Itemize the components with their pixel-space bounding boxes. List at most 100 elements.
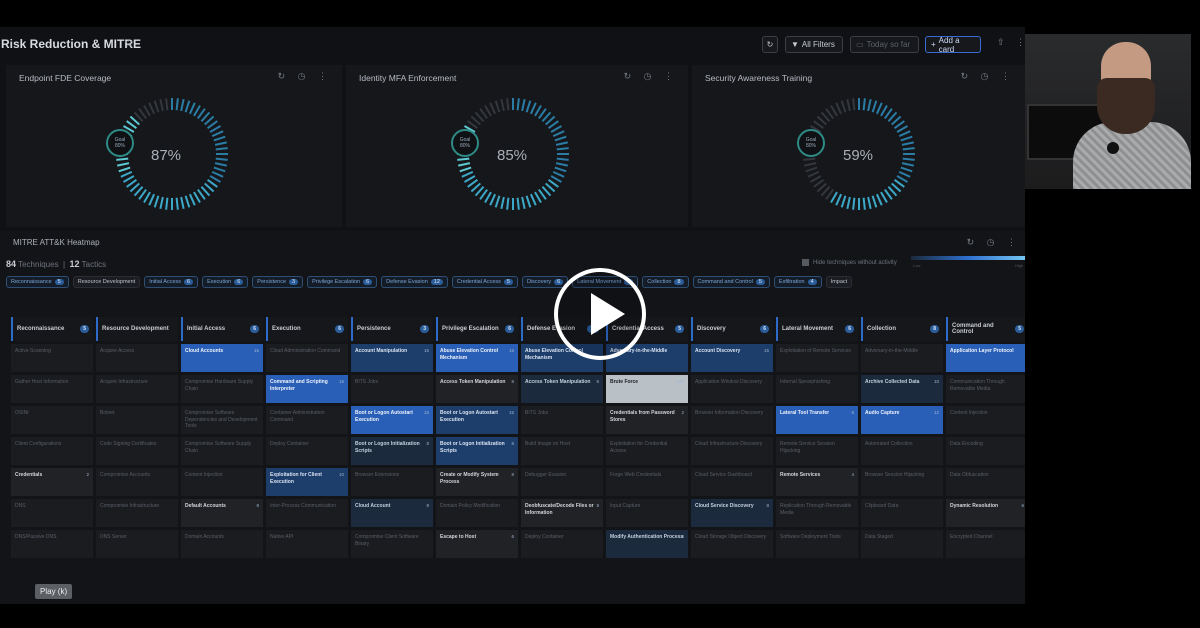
time-range-button[interactable]: ▭ Today so far xyxy=(850,36,919,53)
technique-cell[interactable]: Domain Accounts xyxy=(181,530,263,558)
technique-cell[interactable]: Archive Collected Data 10 xyxy=(861,375,943,403)
tactic-chip[interactable]: Discovery 6 xyxy=(521,276,569,288)
technique-cell[interactable]: Modify Authentication Process 8 xyxy=(606,530,688,558)
technique-cell[interactable]: Internal Spearphishing xyxy=(776,375,858,403)
tactic-chip[interactable]: Persistence 3 xyxy=(252,276,304,288)
technique-cell[interactable]: Data Obfuscation xyxy=(946,468,1025,496)
technique-cell[interactable]: Inter-Process Communication xyxy=(266,499,348,527)
heatmap-controls-icon[interactable]: ↻ ◷ ⋮ xyxy=(967,237,1021,248)
all-filters-button[interactable]: ▼ All Filters xyxy=(785,36,843,53)
technique-cell[interactable]: Active Scanning xyxy=(11,344,93,372)
tactic-chip[interactable]: Privilege Escalation 6 xyxy=(307,276,378,288)
technique-cell[interactable]: Compromise Hardware Supply Chain xyxy=(181,375,263,403)
technique-cell[interactable]: Exploitation for Client Execution 10 xyxy=(266,468,348,496)
technique-cell[interactable]: Cloud Infrastructure Discovery xyxy=(691,437,773,465)
technique-cell[interactable]: Exploitation of Remote Services xyxy=(776,344,858,372)
technique-cell[interactable]: Deploy Container xyxy=(266,437,348,465)
technique-cell[interactable]: Debugger Evasion xyxy=(521,468,603,496)
technique-cell[interactable]: Remote Service Session Hijacking xyxy=(776,437,858,465)
technique-cell[interactable]: Native API xyxy=(266,530,348,558)
technique-cell[interactable]: Command and Scripting Interpreter 15 xyxy=(266,375,348,403)
tactic-column-header[interactable]: Discovery 6 xyxy=(691,317,773,341)
share-icon[interactable]: ⇧ xyxy=(997,37,1005,48)
technique-cell[interactable]: Browser Information Discovery xyxy=(691,406,773,434)
technique-cell[interactable]: Abuse Elevation Control Mechanism 15 xyxy=(436,344,518,372)
panel-controls-icon[interactable]: ↻ ◷ ⋮ xyxy=(961,71,1015,82)
tactic-chip[interactable]: Resource Development xyxy=(72,276,141,288)
refresh-button[interactable]: ↻ xyxy=(762,36,778,53)
tactic-column-header[interactable]: Persistence 3 xyxy=(351,317,433,341)
tactic-chip[interactable]: Command and Control 5 xyxy=(692,276,770,288)
tactic-column-header[interactable]: Reconnaissance 5 xyxy=(11,317,93,341)
technique-cell[interactable]: Application Layer Protocol xyxy=(946,344,1025,372)
technique-cell[interactable]: Compromise Software Dependencies and Dev… xyxy=(181,406,263,434)
technique-cell[interactable]: Botnet xyxy=(96,406,178,434)
tactic-column-header[interactable]: Resource Development xyxy=(96,317,178,341)
technique-cell[interactable]: OSINt xyxy=(11,406,93,434)
technique-cell[interactable]: Browser Extensions xyxy=(351,468,433,496)
tactic-chip[interactable]: Collection 8 xyxy=(642,276,689,288)
technique-cell[interactable]: Audio Capture 12 xyxy=(861,406,943,434)
technique-cell[interactable]: Communication Through Removable Media xyxy=(946,375,1025,403)
panel-controls-icon[interactable]: ↻ ◷ ⋮ xyxy=(278,71,332,82)
technique-cell[interactable]: Encrypted Channel xyxy=(946,530,1025,558)
technique-cell[interactable]: Browser Session Hijacking xyxy=(861,468,943,496)
tactic-column-header[interactable]: Command and Control 5 xyxy=(946,317,1025,341)
technique-cell[interactable]: Acquire Access xyxy=(96,344,178,372)
technique-cell[interactable]: Adversary-in-the-Middle xyxy=(861,344,943,372)
technique-cell[interactable]: Compromise Infrastructure xyxy=(96,499,178,527)
technique-cell[interactable]: BITS Jobs xyxy=(521,406,603,434)
hide-inactive-checkbox[interactable]: Hide techniques without activity xyxy=(802,259,897,266)
technique-cell[interactable]: Brute Force 100 xyxy=(606,375,688,403)
tactic-chip[interactable]: Initial Access 6 xyxy=(144,276,199,288)
technique-cell[interactable]: Escape to Host 6 xyxy=(436,530,518,558)
technique-cell[interactable]: Application Window Discovery xyxy=(691,375,773,403)
technique-cell[interactable]: Access Token Manipulation 8 xyxy=(436,375,518,403)
technique-cell[interactable]: Exploitation for Credential Access xyxy=(606,437,688,465)
tactic-column-header[interactable]: Execution 6 xyxy=(266,317,348,341)
technique-cell[interactable]: Data Encoding xyxy=(946,437,1025,465)
technique-cell[interactable]: Credentials from Password Stores 2 xyxy=(606,406,688,434)
technique-cell[interactable]: Lateral Tool Transfer 8 xyxy=(776,406,858,434)
technique-cell[interactable]: Data Staged xyxy=(861,530,943,558)
technique-cell[interactable]: Deobfuscate/Decode Files or Information 8 xyxy=(521,499,603,527)
technique-cell[interactable]: Cloud Administration Command xyxy=(266,344,348,372)
play-button[interactable] xyxy=(554,268,646,360)
technique-cell[interactable]: Cloud Storage Object Discovery xyxy=(691,530,773,558)
panel-controls-icon[interactable]: ↻ ◷ ⋮ xyxy=(624,71,678,82)
technique-cell[interactable]: Compromise Software Supply Chain xyxy=(181,437,263,465)
technique-cell[interactable]: Cloud Accounts 15 xyxy=(181,344,263,372)
technique-cell[interactable]: Forge Web Credentials xyxy=(606,468,688,496)
tactic-chip[interactable]: Reconnaissance 5 xyxy=(6,276,69,288)
technique-cell[interactable]: Container Administration Command xyxy=(266,406,348,434)
video-player[interactable]: Risk Reduction & MITRE ☆ ↻ ▼ All Filters … xyxy=(0,0,1200,628)
technique-cell[interactable]: Code Signing Certificates xyxy=(96,437,178,465)
technique-cell[interactable]: Acquire Infrastructure xyxy=(96,375,178,403)
technique-cell[interactable]: Content Injection xyxy=(181,468,263,496)
technique-cell[interactable]: Automated Collection xyxy=(861,437,943,465)
tactic-chip[interactable]: Impact xyxy=(825,276,853,288)
technique-cell[interactable]: Replication Through Removable Media xyxy=(776,499,858,527)
technique-cell[interactable]: Boot or Logon Initialization Scripts 8 xyxy=(436,437,518,465)
technique-cell[interactable]: Access Token Manipulation 8 xyxy=(521,375,603,403)
tactic-column-header[interactable]: Lateral Movement 6 xyxy=(776,317,858,341)
technique-cell[interactable]: BITS Jobs xyxy=(351,375,433,403)
technique-cell[interactable]: Client Configurations xyxy=(11,437,93,465)
technique-cell[interactable]: Cloud Service Dashboard xyxy=(691,468,773,496)
technique-cell[interactable]: Domain Policy Modification xyxy=(436,499,518,527)
technique-cell[interactable]: Cloud Account 8 xyxy=(351,499,433,527)
technique-cell[interactable]: Default Accounts 8 xyxy=(181,499,263,527)
tactic-chip[interactable]: Execution 6 xyxy=(202,276,249,288)
technique-cell[interactable]: Software Deployment Tools xyxy=(776,530,858,558)
technique-cell[interactable]: Credentials 2 xyxy=(11,468,93,496)
technique-cell[interactable]: Build Image on Host xyxy=(521,437,603,465)
technique-cell[interactable]: Boot or Logon Autostart Execution 15 xyxy=(351,406,433,434)
tactic-chip[interactable]: Exfiltration 4 xyxy=(773,276,822,288)
add-card-button[interactable]: + Add a card xyxy=(925,36,981,54)
technique-cell[interactable]: Deploy Container xyxy=(521,530,603,558)
technique-cell[interactable]: Remote Services 4 xyxy=(776,468,858,496)
technique-cell[interactable]: Dynamic Resolution 6 xyxy=(946,499,1025,527)
technique-cell[interactable]: Account Manipulation 15 xyxy=(351,344,433,372)
technique-cell[interactable]: Account Discovery 15 xyxy=(691,344,773,372)
more-icon[interactable]: ⋮ xyxy=(1016,37,1025,48)
